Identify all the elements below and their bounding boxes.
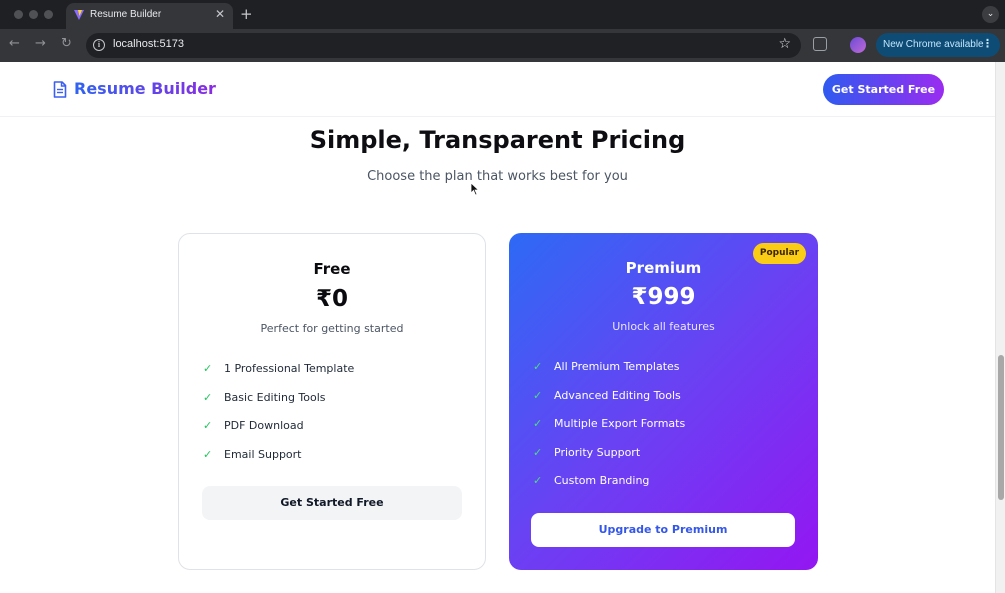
free-get-started-button[interactable]: Get Started Free [202,486,462,520]
site-header: Resume Builder Get Started Free [0,62,995,117]
check-icon: ✓ [533,446,543,459]
close-window-dot[interactable] [14,10,23,19]
zoom-window-dot[interactable] [44,10,53,19]
header-get-started-button[interactable]: Get Started Free [823,74,944,105]
feature-item: ✓ Basic Editing Tools [203,391,326,404]
pricing-title: Simple, Transparent Pricing [309,126,686,154]
free-plan-card: Free ₹0 Perfect for getting started ✓ 1 P… [178,233,486,570]
feature-item: ✓ Multiple Export Formats [533,417,686,430]
scrollbar-thumb[interactable] [998,355,1004,500]
browser-window: Resume Builder ✕ + ⌄ ← → ↻ i localhost:5… [0,0,1005,593]
upgrade-premium-button[interactable]: Upgrade to Premium [531,513,795,547]
tab-close-icon[interactable]: ✕ [215,7,225,21]
check-icon: ✓ [203,391,213,404]
feature-item: ✓ Custom Branding [533,474,650,487]
check-icon: ✓ [203,419,213,432]
pricing-subtitle: Choose the plan that works best for you [367,169,628,184]
tab-search-icon[interactable]: ⌄ [982,6,999,23]
premium-plan-card: Popular Premium ₹999 Unlock all features… [509,233,818,570]
mouse-cursor-icon [470,182,480,196]
forward-icon[interactable]: → [35,36,46,51]
vite-favicon-icon [74,10,84,20]
check-icon: ✓ [533,389,543,402]
new-chrome-label: New Chrome available [883,39,984,50]
plan-description: Perfect for getting started [260,322,404,335]
new-chrome-available-button[interactable]: New Chrome available ⋮ [876,33,1000,57]
check-icon: ✓ [203,448,213,461]
check-icon: ✓ [533,417,543,430]
page-scrollbar[interactable] [995,62,1005,593]
reload-icon[interactable]: ↻ [61,36,72,51]
feature-item: ✓ Advanced Editing Tools [533,389,681,402]
browser-tab[interactable]: Resume Builder ✕ [66,3,233,29]
plan-description: Unlock all features [612,320,715,333]
site-logo-text[interactable]: Resume Builder [74,79,216,98]
plan-name: Free [313,260,351,278]
extensions-puzzle-icon[interactable] [813,37,827,51]
address-bar[interactable]: i localhost:5173 ☆ [86,33,801,58]
plan-name: Premium [625,259,702,277]
check-icon: ✓ [203,362,213,375]
minimize-window-dot[interactable] [29,10,38,19]
page-viewport: Resume Builder Get Started Free Simple, … [0,62,995,593]
feature-item: ✓ 1 Professional Template [203,362,355,375]
check-icon: ✓ [533,474,543,487]
site-info-icon[interactable]: i [93,39,105,51]
feature-item: ✓ Priority Support [533,446,641,459]
check-icon: ✓ [533,360,543,373]
plan-price: ₹999 [631,284,696,310]
chrome-menu-icon[interactable]: ⋮ [982,37,993,50]
tab-title: Resume Builder [90,9,162,20]
bookmark-star-icon[interactable]: ☆ [778,36,791,52]
new-tab-button[interactable]: + [240,5,253,23]
feature-item: ✓ PDF Download [203,419,304,432]
tab-strip: Resume Builder ✕ + ⌄ [0,0,1005,29]
url-text[interactable]: localhost:5173 [113,38,184,50]
feature-item: ✓ All Premium Templates [533,360,680,373]
document-icon [53,81,67,98]
back-icon[interactable]: ← [9,36,20,51]
feature-item: ✓ Email Support [203,448,302,461]
plan-price: ₹0 [315,286,348,312]
profile-avatar[interactable] [850,37,866,53]
